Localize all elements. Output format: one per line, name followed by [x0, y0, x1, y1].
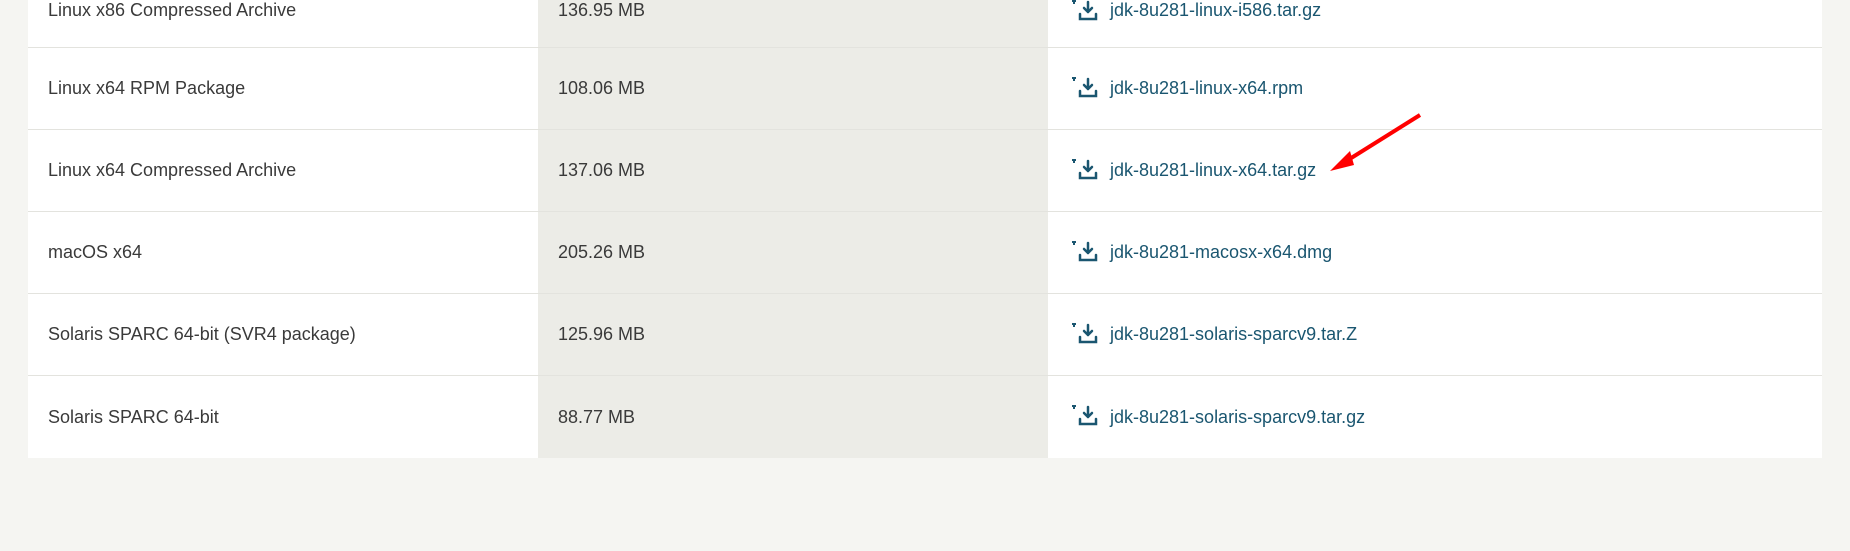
product-name: Solaris SPARC 64-bit (SVR4 package) [28, 324, 538, 345]
table-row: Solaris SPARC 64-bit 88.77 MB jdk-8u281-… [28, 376, 1822, 458]
file-size: 88.77 MB [538, 376, 1048, 458]
file-size: 108.06 MB [538, 48, 1048, 129]
download-link[interactable]: jdk-8u281-linux-x64.rpm [1110, 78, 1303, 99]
downloads-table: Linux x86 Compressed Archive 136.95 MB j… [28, 0, 1822, 458]
download-cell: jdk-8u281-linux-x64.rpm [1048, 77, 1822, 101]
file-size: 136.95 MB [538, 0, 1048, 47]
download-icon [1068, 405, 1100, 429]
product-name: Linux x86 Compressed Archive [28, 0, 538, 21]
download-link[interactable]: jdk-8u281-macosx-x64.dmg [1110, 242, 1332, 263]
table-row: Linux x64 RPM Package 108.06 MB jdk-8u28… [28, 48, 1822, 130]
product-name: Linux x64 RPM Package [28, 78, 538, 99]
download-cell: jdk-8u281-solaris-sparcv9.tar.gz [1048, 405, 1822, 429]
table-row: Linux x86 Compressed Archive 136.95 MB j… [28, 0, 1822, 48]
file-size: 125.96 MB [538, 294, 1048, 375]
product-name: Linux x64 Compressed Archive [28, 160, 538, 181]
download-icon [1068, 0, 1100, 24]
file-size: 205.26 MB [538, 212, 1048, 293]
download-link[interactable]: jdk-8u281-solaris-sparcv9.tar.Z [1110, 324, 1357, 345]
table-row: Linux x64 Compressed Archive 137.06 MB j… [28, 130, 1822, 212]
download-cell: jdk-8u281-macosx-x64.dmg [1048, 241, 1822, 265]
product-name: macOS x64 [28, 242, 538, 263]
download-cell: jdk-8u281-solaris-sparcv9.tar.Z [1048, 323, 1822, 347]
table-row: macOS x64 205.26 MB jdk-8u281-macosx-x64… [28, 212, 1822, 294]
download-cell: jdk-8u281-linux-i586.tar.gz [1048, 0, 1822, 24]
file-size: 137.06 MB [538, 130, 1048, 211]
table-row: Solaris SPARC 64-bit (SVR4 package) 125.… [28, 294, 1822, 376]
download-icon [1068, 241, 1100, 265]
download-icon [1068, 159, 1100, 183]
download-link[interactable]: jdk-8u281-linux-x64.tar.gz [1110, 160, 1316, 181]
product-name: Solaris SPARC 64-bit [28, 407, 538, 428]
download-icon [1068, 323, 1100, 347]
download-link[interactable]: jdk-8u281-linux-i586.tar.gz [1110, 0, 1321, 21]
download-icon [1068, 77, 1100, 101]
download-cell: jdk-8u281-linux-x64.tar.gz [1048, 159, 1822, 183]
download-link[interactable]: jdk-8u281-solaris-sparcv9.tar.gz [1110, 407, 1365, 428]
